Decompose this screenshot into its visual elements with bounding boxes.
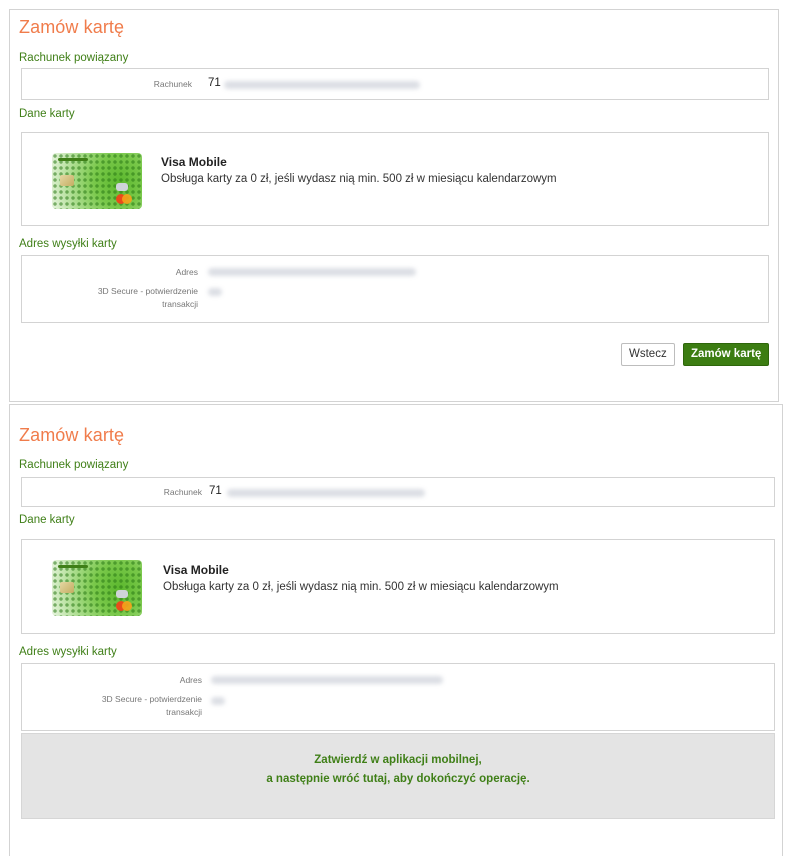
card-name: Visa Mobile <box>163 563 229 577</box>
linked-account-box: Rachunek 71 <box>21 68 769 100</box>
order-card-panel-step1: Zamów kartę Rachunek powiązany Rachunek … <box>9 9 779 402</box>
address-value-masked <box>208 268 416 276</box>
back-button[interactable]: Wstecz <box>621 343 675 366</box>
account-number-masked <box>227 489 425 497</box>
shipping-address-box: Adres 3D Secure - potwierdzenie transakc… <box>21 255 769 323</box>
page-title: Zamów kartę <box>19 17 125 37</box>
linked-account-section-label: Rachunek powiązany <box>19 459 129 471</box>
shipping-address-section-label: Adres wysyłki karty <box>19 646 117 658</box>
secure-label: 3D Secure - potwierdzenie transakcji <box>97 286 198 309</box>
visa-mobile-card-image <box>52 153 142 209</box>
account-number-masked <box>224 81 420 89</box>
order-card-panel-step2: Zamów kartę Rachunek powiązany Rachunek … <box>9 404 783 856</box>
card-description: Obsługa karty za 0 zł, jeśli wydasz nią … <box>161 173 557 185</box>
shipping-address-box: Adres 3D Secure - potwierdzenie transakc… <box>21 663 775 731</box>
address-value-masked <box>211 676 443 684</box>
secure-value-masked <box>211 697 225 705</box>
card-data-box: Visa Mobile Obsługa karty za 0 zł, jeśli… <box>21 539 775 634</box>
secure-label: 3D Secure - potwierdzenie transakcji <box>101 694 202 717</box>
secure-value-masked <box>208 288 222 296</box>
linked-account-section-label: Rachunek powiązany <box>19 52 129 64</box>
account-label: Rachunek <box>163 487 202 497</box>
confirmation-message-line1: Zatwierdź w aplikacji mobilnej, <box>314 754 482 766</box>
page-title: Zamów kartę <box>19 425 125 445</box>
card-data-section-label: Dane karty <box>19 514 75 526</box>
account-label: Rachunek <box>153 79 192 89</box>
address-label: Adres <box>175 267 198 277</box>
order-card-button[interactable]: Zamów kartę <box>683 343 770 366</box>
linked-account-box: Rachunek 71 <box>21 477 775 507</box>
visa-mobile-card-image <box>52 560 142 616</box>
card-data-box: Visa Mobile Obsługa karty za 0 zł, jeśli… <box>21 132 769 226</box>
card-name: Visa Mobile <box>161 155 227 169</box>
address-label: Adres <box>179 675 202 685</box>
confirmation-message-line2: a następnie wróć tutaj, aby dokończyć op… <box>266 773 530 785</box>
account-number-prefix: 71 <box>208 77 221 89</box>
mobile-confirmation-notice: Zatwierdź w aplikacji mobilnej, a następ… <box>21 733 775 819</box>
card-data-section-label: Dane karty <box>19 108 75 120</box>
shipping-address-section-label: Adres wysyłki karty <box>19 238 117 250</box>
account-number-prefix: 71 <box>209 485 222 497</box>
card-description: Obsługa karty za 0 zł, jeśli wydasz nią … <box>163 581 559 593</box>
